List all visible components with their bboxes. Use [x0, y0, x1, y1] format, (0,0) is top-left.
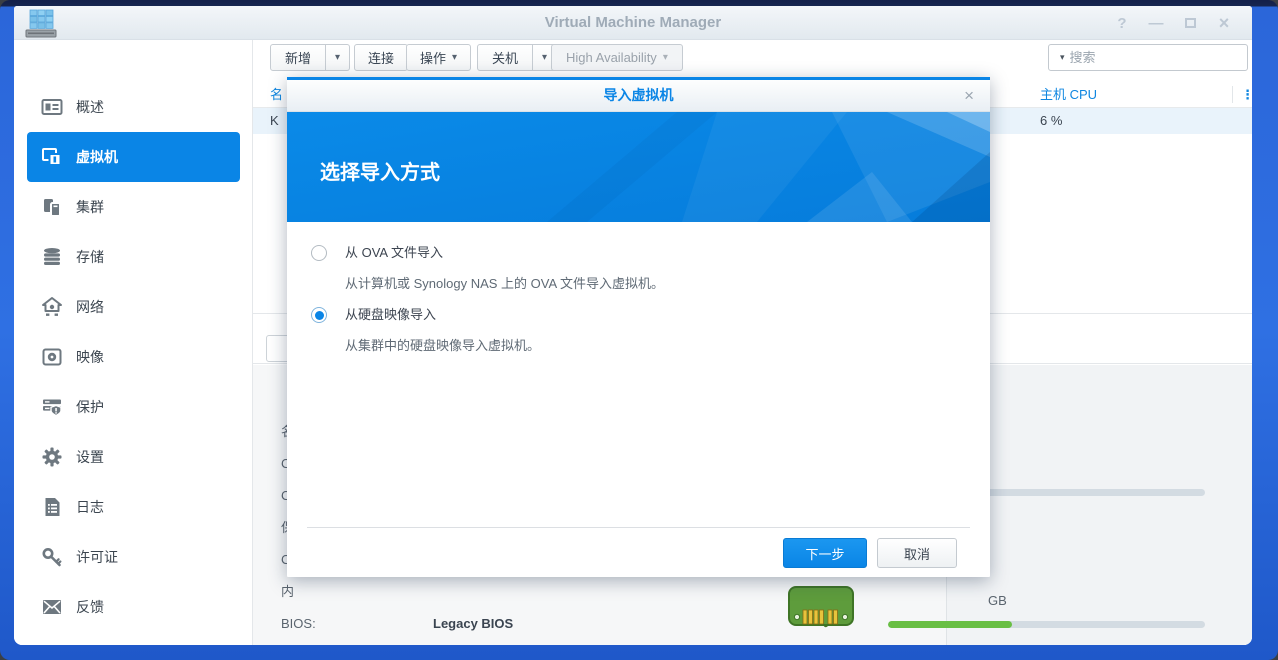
memory-chip-icon	[788, 586, 854, 632]
sidebar-item-label: 概述	[76, 97, 104, 117]
search-scope-caret-icon[interactable]: ▾	[1060, 52, 1065, 63]
maximize-box	[1185, 18, 1196, 28]
sidebar-item-network[interactable]: 网络	[27, 289, 240, 325]
import-vm-dialog: 导入虚拟机 ×	[287, 77, 990, 577]
detail-label: 内	[281, 583, 294, 601]
option-desc-disk-image: 从集群中的硬盘映像导入虚拟机。	[345, 337, 540, 355]
app-surface: Virtual Machine Manager ? — × 概述	[14, 6, 1252, 645]
log-icon	[41, 496, 63, 518]
sidebar-item-label: 反馈	[76, 597, 104, 617]
radio-import-from-disk-image[interactable]	[311, 307, 327, 323]
radio-import-from-ova[interactable]	[311, 245, 327, 261]
new-split-button: 新增 ▾	[270, 44, 350, 71]
new-button[interactable]: 新增	[270, 44, 326, 71]
new-dropdown-caret-icon[interactable]: ▾	[326, 44, 350, 71]
vmm-window: Virtual Machine Manager ? — × 概述	[0, 0, 1278, 660]
sidebar-item-label: 日志	[76, 497, 104, 517]
memory-usage-bar	[888, 621, 1205, 628]
memory-unit-label: GB	[988, 593, 1007, 608]
bios-value: Legacy BIOS	[433, 615, 513, 633]
dialog-close-icon[interactable]: ×	[964, 80, 974, 111]
overview-icon	[41, 96, 63, 118]
option-desc-ova: 从计算机或 Synology NAS 上的 OVA 文件导入虚拟机。	[345, 275, 664, 293]
sidebar-item-image[interactable]: 映像	[27, 339, 240, 375]
window-title: Virtual Machine Manager	[14, 6, 1252, 40]
sidebar: 概述 虚拟机 集群	[14, 40, 253, 645]
option-label-ova[interactable]: 从 OVA 文件导入	[345, 244, 443, 262]
dialog-footer-divider	[307, 527, 970, 528]
next-button[interactable]: 下一步	[783, 538, 867, 568]
sidebar-item-label: 集群	[76, 197, 104, 217]
search-input[interactable]	[1068, 49, 1248, 66]
sidebar-item-overview[interactable]: 概述	[27, 89, 240, 125]
cluster-icon	[41, 196, 63, 218]
shutdown-button[interactable]: 关机	[477, 44, 533, 71]
maximize-icon[interactable]	[1180, 13, 1200, 33]
protection-icon	[41, 396, 63, 418]
vm-icon	[41, 146, 63, 168]
network-icon	[41, 296, 63, 318]
shutdown-split-button: 关机 ▾	[477, 44, 557, 71]
sidebar-item-label: 许可证	[76, 547, 118, 567]
connect-button[interactable]: 连接	[354, 44, 408, 71]
dialog-header: 导入虚拟机 ×	[287, 80, 990, 112]
sidebar-item-label: 保护	[76, 397, 104, 417]
settings-icon	[41, 446, 63, 468]
title-bar: Virtual Machine Manager ? — ×	[14, 6, 1252, 40]
high-availability-label: High Availability	[566, 50, 657, 65]
license-icon	[41, 546, 63, 568]
sidebar-item-license[interactable]: 许可证	[27, 539, 240, 575]
sidebar-item-storage[interactable]: 存储	[27, 239, 240, 275]
sidebar-item-label: 网络	[76, 297, 104, 317]
help-icon[interactable]: ?	[1112, 13, 1132, 33]
option-label-disk-image[interactable]: 从硬盘映像导入	[345, 306, 436, 324]
memory-usage-fill	[888, 621, 1012, 628]
sidebar-item-log[interactable]: 日志	[27, 489, 240, 525]
disc-image-icon	[41, 346, 63, 368]
sidebar-item-virtual-machine[interactable]: 虚拟机	[27, 132, 240, 182]
window-controls: ? — ×	[1112, 6, 1234, 40]
sidebar-item-label: 存储	[76, 247, 104, 267]
vm-name-cell: K	[270, 108, 279, 134]
dialog-title: 导入虚拟机	[287, 80, 990, 111]
action-button-label: 操作	[420, 48, 446, 67]
column-header-name[interactable]: 名	[270, 82, 283, 107]
high-availability-button[interactable]: High Availability ▾	[551, 44, 683, 71]
dialog-step-title: 选择导入方式	[320, 156, 440, 185]
action-button[interactable]: 操作 ▾	[406, 44, 471, 71]
vm-cpu-cell: 6 %	[1040, 108, 1062, 134]
ha-caret-icon: ▾	[663, 52, 668, 63]
dialog-banner: 选择导入方式	[287, 112, 990, 222]
sidebar-item-protection[interactable]: 保护	[27, 389, 240, 425]
search-box: ▾	[1048, 44, 1248, 71]
close-icon[interactable]: ×	[1214, 13, 1234, 33]
dialog-body: 从 OVA 文件导入 从计算机或 Synology NAS 上的 OVA 文件导…	[287, 222, 990, 527]
cancel-button[interactable]: 取消	[877, 538, 957, 568]
sidebar-item-label: 虚拟机	[76, 147, 118, 167]
feedback-icon	[41, 596, 63, 618]
storage-icon	[41, 246, 63, 268]
minimize-icon[interactable]: —	[1146, 13, 1166, 33]
column-options-icon[interactable]: ⋮	[1241, 82, 1252, 107]
sidebar-item-cluster[interactable]: 集群	[27, 189, 240, 225]
sidebar-item-label: 设置	[76, 447, 104, 467]
action-caret-icon: ▾	[452, 52, 457, 63]
column-separator	[1232, 86, 1233, 103]
sidebar-item-label: 映像	[76, 347, 104, 367]
sidebar-item-settings[interactable]: 设置	[27, 439, 240, 475]
sidebar-item-feedback[interactable]: 反馈	[27, 589, 240, 625]
column-header-host-cpu[interactable]: 主机 CPU	[1040, 82, 1097, 107]
bios-label: BIOS:	[281, 615, 316, 633]
